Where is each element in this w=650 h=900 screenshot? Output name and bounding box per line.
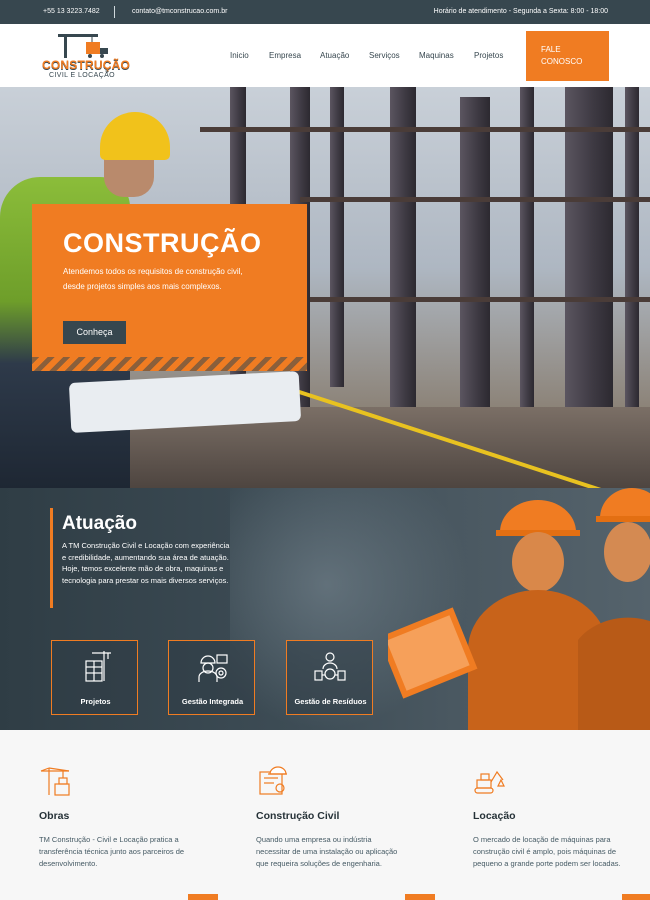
atuacao-section: Atuação A TM Construção Civil e Locação …	[0, 488, 650, 730]
nav-item-atuacao[interactable]: Atuação	[320, 51, 349, 60]
card-label: Gestão de Resíduos	[294, 697, 367, 706]
read-more-tab[interactable]	[405, 894, 435, 900]
nav-item-empresa[interactable]: Empresa	[269, 51, 301, 60]
service-title: Locação	[473, 810, 516, 822]
atuacao-description: A TM Construção Civil e Locação com expe…	[62, 541, 230, 585]
card-gestao-residuos[interactable]: Gestão de Resíduos	[286, 640, 373, 715]
hero-title: CONSTRUÇÃO	[63, 228, 262, 258]
card-projetos[interactable]: Projetos	[51, 640, 138, 715]
hero-banner: CONSTRUÇÃO Atendemos todos os requisitos…	[0, 87, 650, 488]
learn-more-button[interactable]: Conheça	[63, 321, 126, 344]
excavator-icon	[474, 770, 505, 794]
hero-pole	[390, 87, 416, 417]
hero-beam	[310, 297, 650, 302]
nav-item-maquinas[interactable]: Maquinas	[419, 51, 454, 60]
site-header: CONSTRUÇÃO CIVIL E LOCAÇÃO Inicio Empres…	[0, 24, 650, 87]
hazard-stripes	[32, 357, 307, 371]
service-text: TM Construção - Civil e Locação pratica …	[39, 835, 185, 868]
topbar-divider	[114, 6, 115, 18]
contact-button[interactable]: FALE CONOSCO	[526, 31, 609, 81]
services-section: Obras TM Construção - Civil e Locação pr…	[0, 730, 650, 900]
card-gestao-integrada[interactable]: Gestão Integrada	[168, 640, 255, 715]
service-title: Obras	[39, 810, 70, 822]
service-text: O mercado de locação de máquinas para co…	[473, 835, 621, 868]
logo-crane-icon	[58, 34, 108, 58]
hard-hat-icon	[100, 112, 170, 160]
top-bar: +55 13 3223.7482 contato@tmconstrucao.co…	[0, 0, 650, 24]
section-accent-bar	[50, 508, 53, 608]
hero-content-box: CONSTRUÇÃO Atendemos todos os requisitos…	[32, 204, 307, 371]
read-more-tab[interactable]	[188, 894, 218, 900]
atuacao-title: Atuação	[62, 513, 137, 534]
phone-number[interactable]: +55 13 3223.7482	[43, 8, 100, 15]
card-label: Gestão Integrada	[181, 697, 244, 706]
contact-button-line1: FALE	[541, 45, 561, 54]
business-hours: Horário de atendimento - Segunda a Sexta…	[433, 8, 608, 15]
crane-building-icon	[85, 651, 111, 682]
service-title: Construção Civil	[256, 810, 340, 822]
email-link[interactable]: contato@tmconstrucao.com.br	[132, 8, 227, 15]
tower-crane-icon	[40, 767, 70, 796]
engineer-gear-icon	[198, 654, 228, 682]
service-text: Quando uma empresa ou indústria necessit…	[256, 835, 398, 868]
hero-pole	[460, 97, 490, 437]
hero-pole	[625, 87, 639, 417]
logo-sub-text: CIVIL E LOCAÇÃO	[48, 72, 116, 79]
nav-item-inicio[interactable]: Inicio	[230, 51, 249, 60]
hero-description: Atendemos todos os requisitos de constru…	[63, 267, 243, 291]
blueprint-helmet-icon	[259, 766, 287, 795]
company-logo[interactable]: CONSTRUÇÃO CIVIL E LOCAÇÃO	[42, 28, 130, 84]
contact-button-line2: CONOSCO	[541, 57, 583, 66]
logo-brand-text: CONSTRUÇÃO	[42, 58, 130, 72]
workers-image	[388, 488, 650, 730]
waste-management-icon	[314, 652, 346, 681]
hero-beam	[300, 197, 650, 202]
hero-pole	[565, 87, 613, 447]
card-label: Projetos	[80, 697, 111, 706]
hero-pole	[330, 87, 344, 387]
read-more-tab[interactable]	[622, 894, 650, 900]
nav-item-projetos[interactable]: Projetos	[474, 51, 503, 60]
hero-beam	[200, 127, 650, 132]
hero-pole	[520, 87, 534, 407]
nav-item-servicos[interactable]: Serviços	[369, 51, 400, 60]
